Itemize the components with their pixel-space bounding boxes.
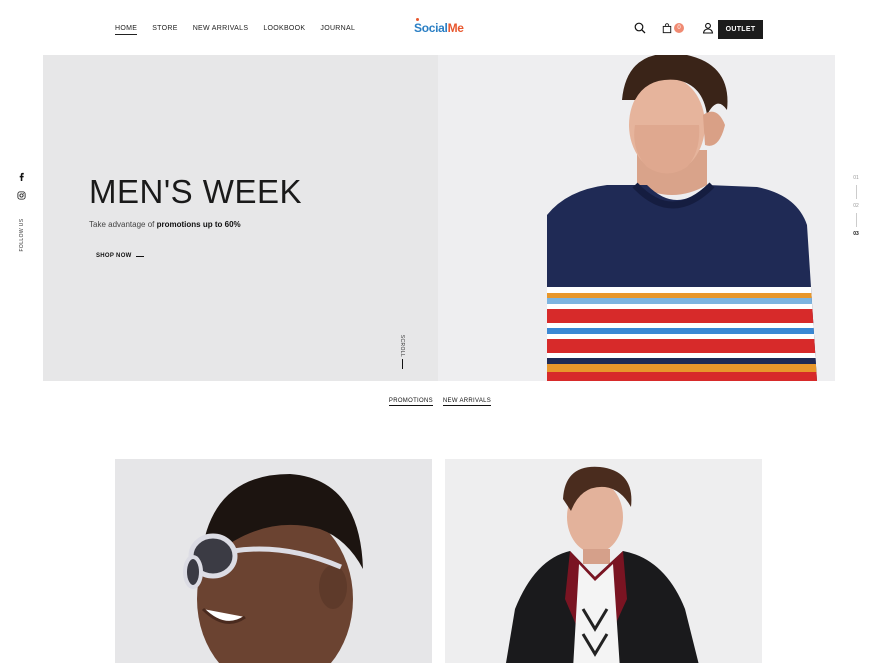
tab-promotions[interactable]: PROMOTIONS — [388, 398, 433, 406]
cart-count-badge: 0 — [674, 23, 684, 33]
hero-pager: 01 02 03 — [848, 175, 864, 237]
shop-now-label: SHOP NOW — [96, 253, 132, 259]
hero-subtitle-prefix: Take advantage of — [89, 220, 155, 229]
product-card-sunglasses[interactable] — [115, 459, 432, 663]
pager-divider — [855, 213, 857, 227]
scroll-indicator[interactable]: SCROLL — [391, 334, 413, 369]
social-links — [16, 172, 26, 200]
model-jacket-image — [506, 466, 699, 663]
cart-button[interactable]: 0 — [662, 22, 684, 34]
hero-banner: MEN'S WEEK Take advantage of promotions … — [43, 55, 835, 381]
hero-subtitle-highlight: promotions up to 60% — [156, 220, 241, 229]
follow-us-label: FOLLOW US — [19, 218, 25, 252]
user-icon[interactable] — [702, 22, 714, 34]
model-sunglasses-image — [183, 474, 363, 663]
cart-icon — [662, 22, 672, 33]
facebook-icon[interactable] — [17, 172, 26, 181]
tab-new-arrivals[interactable]: NEW ARRIVALS — [442, 398, 492, 406]
pager-item-3[interactable]: 03 — [853, 231, 859, 237]
main-nav: HOME STORE NEW ARRIVALS LOOKBOOK JOURNAL — [115, 25, 355, 35]
nav-new-arrivals[interactable]: NEW ARRIVALS — [193, 25, 249, 35]
pager-item-1[interactable]: 01 — [853, 175, 859, 181]
hero-subtitle: Take advantage of promotions up to 60% — [89, 220, 241, 229]
outlet-button[interactable]: OUTLET — [718, 20, 763, 39]
hero-model-image — [547, 55, 817, 381]
logo-part-me: Me — [447, 21, 464, 35]
logo-part-social: Social — [414, 21, 448, 35]
nav-home[interactable]: HOME — [115, 25, 138, 35]
instagram-icon[interactable] — [16, 191, 26, 200]
pager-divider — [855, 185, 857, 199]
arrow-dash-icon — [135, 255, 144, 257]
header-icons: 0 — [634, 22, 714, 34]
site-logo[interactable]: SocialMe — [414, 18, 464, 35]
nav-lookbook[interactable]: LOOKBOOK — [263, 25, 305, 35]
hero-title: MEN'S WEEK — [89, 173, 302, 210]
scroll-bar — [401, 359, 403, 369]
logo-dot — [416, 18, 419, 21]
product-card-jacket[interactable] — [445, 459, 762, 663]
nav-store[interactable]: STORE — [152, 25, 178, 35]
pager-item-2[interactable]: 02 — [853, 203, 859, 209]
collection-tabs: PROMOTIONS NEW ARRIVALS — [0, 398, 880, 406]
search-icon[interactable] — [634, 22, 646, 34]
nav-journal[interactable]: JOURNAL — [320, 25, 355, 35]
scroll-label: SCROLL — [399, 334, 406, 358]
shop-now-link[interactable]: SHOP NOW — [96, 253, 144, 259]
